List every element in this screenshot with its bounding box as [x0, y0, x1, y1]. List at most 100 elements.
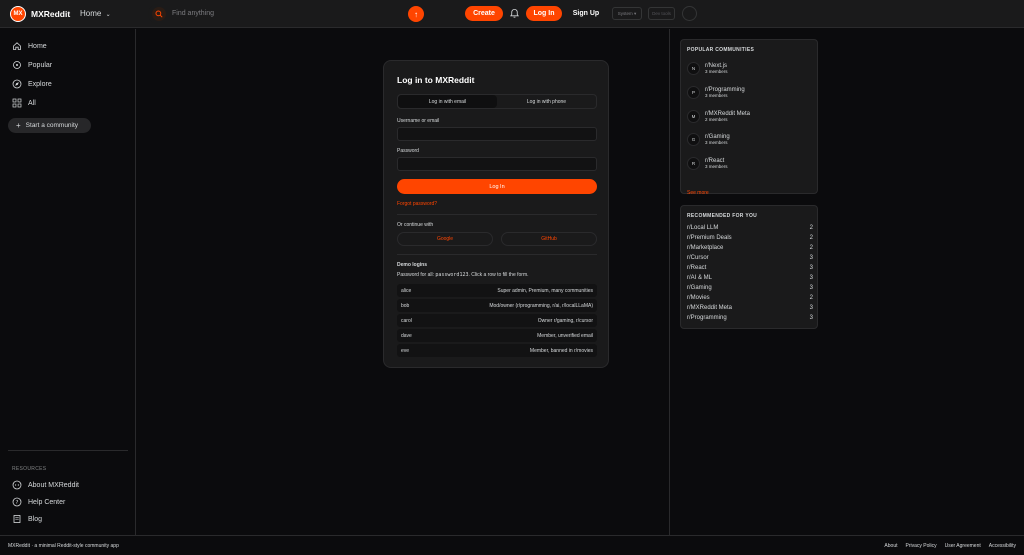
sidebar-item-home[interactable]: Home: [12, 41, 47, 51]
community-item[interactable]: N r/Next.js 3 members: [687, 62, 728, 75]
sidebar-item-label: Home: [28, 42, 47, 50]
theme-select[interactable]: System ▾: [612, 7, 642, 20]
signup-button[interactable]: Sign Up: [568, 6, 604, 21]
popular-communities-title: POPULAR COMMUNITIES: [687, 47, 755, 53]
demo-desc: Super admin, Premium, many communities: [497, 287, 593, 294]
divider: [397, 214, 597, 215]
tab-phone[interactable]: Log in with phone: [497, 95, 596, 108]
demo-login-row[interactable]: alice Super admin, Premium, many communi…: [397, 284, 597, 297]
footer: MXReddit · a minimal Reddit-style commun…: [0, 535, 1024, 555]
community-item[interactable]: P r/Programming 3 members: [687, 86, 745, 99]
footer-tagline: MXReddit · a minimal Reddit-style commun…: [8, 543, 119, 549]
community-item[interactable]: M r/MXReddit Meta 2 members: [687, 110, 750, 123]
login-method-tabs: Log in with email Log in with phone: [397, 94, 597, 109]
bell-icon[interactable]: [509, 8, 520, 19]
avatar[interactable]: [682, 6, 697, 21]
recommended-panel: RECOMMENDED FOR YOU r/Local LLM 2 r/Premi…: [680, 205, 818, 329]
sidebar-item-help[interactable]: ? Help Center: [12, 497, 65, 507]
github-login-button[interactable]: GitHub: [501, 232, 597, 246]
password-label: Password: [397, 148, 419, 154]
recommended-count: 3: [809, 315, 813, 321]
community-avatar: P: [687, 86, 700, 99]
home-dropdown[interactable]: Home ⌄: [80, 9, 111, 18]
search-submit-button[interactable]: ↑: [408, 6, 424, 22]
sidebar-item-blog[interactable]: Blog: [12, 514, 42, 524]
recommended-count: 2: [809, 295, 813, 301]
recommended-item[interactable]: r/React 3: [687, 265, 813, 271]
demo-note-prefix: Password for all:: [397, 272, 436, 278]
demo-desc: Owner r/gaming, r/cursor: [537, 317, 593, 324]
home-icon: [13, 42, 21, 50]
footer-link-about[interactable]: About: [884, 543, 897, 549]
recommended-item[interactable]: r/Local LLM 2: [687, 225, 813, 231]
sidebar-divider: [8, 450, 128, 451]
top-bar: MX MXReddit Home ⌄ Find anything ↑ Creat…: [0, 0, 1024, 28]
footer-link-privacy[interactable]: Privacy Policy: [906, 543, 937, 549]
recommended-title: RECOMMENDED FOR YOU: [687, 213, 758, 219]
main-content: Log in to MXReddit Log in with email Log…: [137, 29, 668, 535]
forgot-password-link[interactable]: Forgot password?: [397, 201, 437, 207]
recommended-name: r/Movies: [687, 295, 710, 301]
sidebar-item-explore[interactable]: Explore: [12, 79, 52, 89]
demo-login-row[interactable]: eve Member, banned in r/movies: [397, 344, 597, 357]
resources-heading: RESOURCES: [12, 466, 47, 472]
recommended-count: 3: [809, 305, 813, 311]
login-title: Log in to MXReddit: [397, 75, 475, 85]
sidebar-item-about[interactable]: About MXReddit: [12, 480, 79, 490]
start-community-button[interactable]: + Start a community: [8, 118, 91, 133]
recommended-count: 2: [809, 225, 813, 231]
sidebar-item-all[interactable]: All: [12, 98, 36, 108]
chevron-down-icon: ⌄: [105, 12, 111, 18]
community-item[interactable]: G r/Gaming 3 members: [687, 133, 730, 146]
demo-note-suffix: . Click a row to fill the form.: [468, 272, 529, 278]
sidebar-item-label: All: [28, 99, 36, 107]
footer-link-accessibility[interactable]: Accessibility: [989, 543, 1016, 549]
demo-login-row[interactable]: bob Mod/owner (r/programming, r/ai, r/lo…: [397, 299, 597, 312]
recommended-item[interactable]: r/AI & ML 3: [687, 275, 813, 281]
demo-desc: Member, unverified email: [537, 332, 593, 339]
search-input[interactable]: Find anything: [172, 10, 214, 17]
dev-tools-button[interactable]: Dev tools: [648, 7, 675, 20]
demo-desc: Member, banned in r/movies: [529, 347, 593, 354]
recommended-item[interactable]: r/Marketplace 2: [687, 245, 813, 251]
recommended-count: 3: [809, 285, 813, 291]
community-members: 3 members: [705, 69, 728, 74]
recommended-name: r/Programming: [687, 315, 727, 321]
community-members: 3 members: [705, 93, 728, 98]
brand-name[interactable]: MXReddit: [31, 9, 70, 19]
community-avatar: G: [687, 133, 700, 146]
recommended-item[interactable]: r/Cursor 3: [687, 255, 813, 261]
tab-email[interactable]: Log in with email: [398, 95, 497, 108]
sidebar-item-popular[interactable]: Popular: [12, 60, 52, 70]
sidebar-item-label: Popular: [28, 61, 53, 69]
create-button[interactable]: Create: [465, 6, 503, 21]
demo-user: carol: [401, 317, 412, 324]
footer-link-agreement[interactable]: User Agreement: [945, 543, 981, 549]
sidebar-item-label: Explore: [28, 80, 52, 88]
recommended-count: 3: [809, 255, 813, 261]
recommended-item[interactable]: r/MXReddit Meta 3: [687, 305, 813, 311]
see-more-link[interactable]: See more: [687, 190, 709, 196]
recommended-item[interactable]: r/Premium Deals 2: [687, 235, 813, 241]
community-item[interactable]: R r/React 3 members: [687, 157, 728, 170]
password-field[interactable]: [397, 157, 597, 171]
login-submit-button[interactable]: Log In: [397, 179, 597, 194]
google-login-button[interactable]: Google: [397, 232, 493, 246]
demo-logins-note: Password for all: password123. Click a r…: [397, 272, 529, 278]
community-avatar: M: [687, 110, 700, 123]
community-members: 3 members: [705, 140, 728, 145]
recommended-item[interactable]: r/Gaming 3: [687, 285, 813, 291]
login-button[interactable]: Log In: [526, 6, 562, 21]
plus-icon: +: [16, 121, 21, 130]
search-bar[interactable]: Find anything ↑: [148, 4, 428, 24]
sidebar-item-label: Help Center: [28, 498, 66, 506]
recommended-item[interactable]: r/Movies 2: [687, 295, 813, 301]
logo-icon[interactable]: MX: [10, 6, 26, 22]
username-field[interactable]: [397, 127, 597, 141]
sidebar-item-label: About MXReddit: [28, 481, 79, 489]
recommended-count: 2: [809, 235, 813, 241]
demo-login-row[interactable]: dave Member, unverified email: [397, 329, 597, 342]
recommended-count: 2: [809, 245, 813, 251]
demo-login-row[interactable]: carol Owner r/gaming, r/cursor: [397, 314, 597, 327]
recommended-item[interactable]: r/Programming 3: [687, 315, 813, 321]
